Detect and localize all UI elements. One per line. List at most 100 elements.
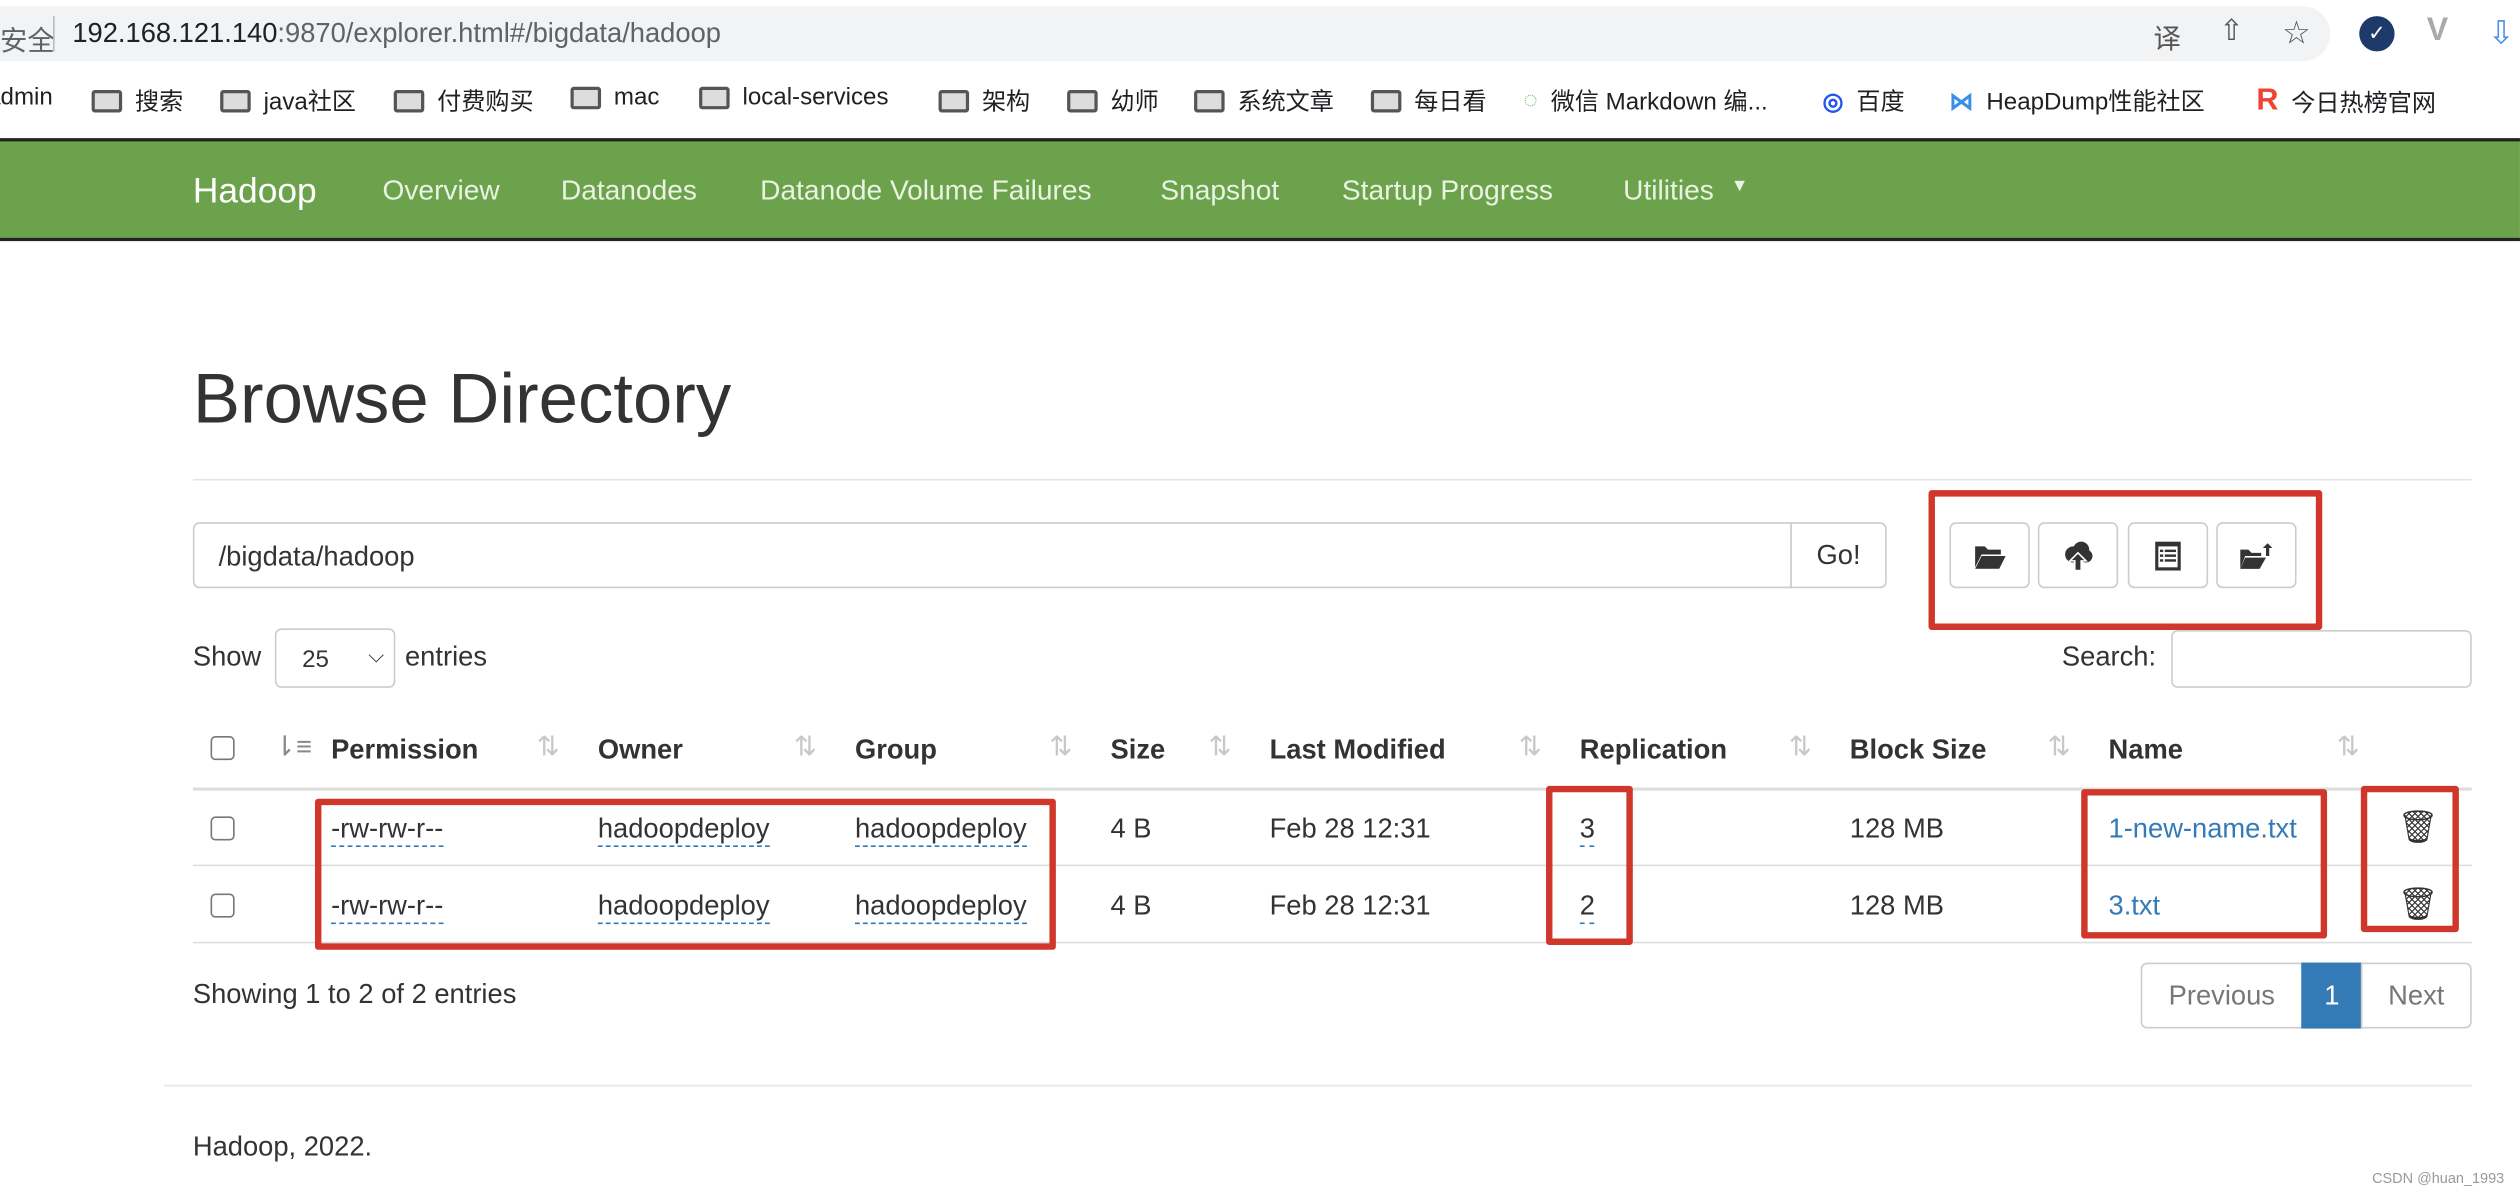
nav-startup-progress[interactable]: Startup Progress [1342, 174, 1553, 208]
nav-utilities[interactable]: Utilities [1623, 174, 1714, 208]
bookmark[interactable]: ◌ 微信 Markdown 编... [1524, 84, 1768, 118]
modified-cell: Feb 28 12:31 [1269, 813, 1431, 844]
column-last-modified[interactable]: Last Modified [1270, 734, 1446, 766]
list-alt-icon [2155, 540, 2181, 570]
folder-move-up-icon [2240, 542, 2273, 569]
sort-icon[interactable]: ⇅ [794, 731, 817, 763]
entries-select[interactable]: 25 ⌵ [274, 628, 396, 688]
create-directory-button[interactable] [1949, 522, 2030, 589]
column-replication[interactable]: Replication [1580, 734, 1727, 766]
sort-icon[interactable]: ⇅ [537, 731, 560, 763]
sort-icon[interactable]: ⇅ [2047, 731, 2070, 763]
show-label: Show [192, 641, 262, 672]
divider [163, 1084, 2472, 1087]
caret-down-icon: ▼ [1730, 176, 1749, 197]
row-checkbox[interactable] [210, 816, 235, 841]
block-size-cell: 128 MB [1849, 890, 1944, 921]
bookmark[interactable]: java社区 [220, 84, 356, 118]
nav-datanodes[interactable]: Datanodes [561, 174, 697, 208]
table-info: Showing 1 to 2 of 2 entries [192, 978, 517, 1010]
sort-icon[interactable]: ⇅ [2337, 731, 2360, 763]
column-permission[interactable]: Permission [331, 734, 478, 766]
extension-check-icon[interactable]: ✓ [2359, 16, 2395, 52]
sort-icon[interactable]: ⇅ [1519, 731, 1542, 763]
column-owner[interactable]: Owner [598, 734, 683, 766]
nav-brand[interactable]: Hadoop [193, 170, 317, 212]
previous-button[interactable]: Previous [2140, 962, 2303, 1029]
bookmark[interactable]: 每日看 [1370, 84, 1487, 118]
folder-icon [1370, 89, 1402, 112]
column-size[interactable]: Size [1111, 734, 1166, 766]
bookmark[interactable]: 系统文章 [1194, 84, 1334, 118]
baidu-icon: ◎ [1822, 87, 1844, 115]
bookmark[interactable]: local-services [699, 84, 889, 111]
chevron-down-icon: ⌵ [368, 642, 385, 667]
folder-icon [938, 89, 970, 112]
modified-cell: Feb 28 12:31 [1269, 890, 1431, 921]
sort-icon[interactable]: ⇅ [1049, 731, 1072, 763]
select-all-checkbox[interactable] [210, 736, 235, 761]
sort-icon[interactable]: ⇂≡ [273, 731, 312, 763]
star-icon[interactable]: ☆ [2282, 13, 2311, 53]
size-cell: 4 B [1110, 813, 1152, 844]
folder-icon [91, 89, 123, 112]
folder-icon [1194, 89, 1225, 112]
bookmark[interactable]: admin [0, 84, 53, 111]
column-group[interactable]: Group [855, 734, 937, 766]
share-icon[interactable]: ⇧ [2219, 14, 2243, 48]
sort-icon[interactable]: ⇅ [1789, 731, 1812, 763]
nav-overview[interactable]: Overview [382, 174, 499, 208]
row-checkbox[interactable] [210, 893, 235, 918]
divider [192, 478, 2472, 481]
tophub-icon: R [2256, 83, 2279, 118]
path-input[interactable]: /bigdata/hadoop [192, 522, 1792, 589]
cloud-upload-icon [2065, 540, 2093, 571]
move-button[interactable] [2216, 522, 2297, 589]
url-host: 192.168.121.140 [72, 17, 278, 49]
folder-open-icon [1975, 545, 2006, 569]
annotation-box [2360, 785, 2459, 933]
sort-icon[interactable]: ⇅ [1209, 731, 1232, 763]
page-title: Browse Directory [192, 359, 732, 439]
annotation-box [2081, 789, 2328, 939]
upload-button[interactable] [2037, 522, 2119, 589]
search-label: Search: [2061, 641, 2157, 672]
translate-icon[interactable]: 译 [2154, 16, 2181, 56]
nav-snapshot[interactable]: Snapshot [1160, 174, 1279, 208]
url-path: :9870/explorer.html#/bigdata/hadoop [277, 17, 721, 49]
entries-label: entries [404, 641, 488, 672]
bookmark[interactable]: 搜索 [91, 84, 183, 118]
size-cell: 4 B [1110, 890, 1152, 921]
annotation-box [314, 798, 1056, 950]
folder-icon [220, 89, 251, 112]
folder-icon [1067, 89, 1098, 112]
go-button[interactable]: Go! [1790, 522, 1887, 589]
cut-paste-button[interactable] [2127, 522, 2209, 589]
heapdump-icon: ⋈ [1949, 87, 1974, 115]
search-input[interactable] [2171, 629, 2472, 688]
bookmark[interactable]: ◎ 百度 [1822, 84, 1904, 118]
bookmark[interactable]: 架构 [938, 84, 1030, 118]
folder-icon [393, 89, 425, 112]
column-block-size[interactable]: Block Size [1850, 734, 1987, 766]
page-1-button[interactable]: 1 [2301, 962, 2363, 1029]
extension-vue-icon[interactable]: V [2427, 13, 2448, 50]
column-name[interactable]: Name [2109, 734, 2183, 766]
folder-icon [570, 85, 602, 109]
bookmark[interactable]: ⋈ HeapDump性能社区 [1949, 84, 2204, 118]
next-button[interactable]: Next [2360, 962, 2472, 1029]
bookmark[interactable]: 付费购买 [393, 84, 534, 118]
extension-download-icon[interactable]: ⇩ [2488, 13, 2515, 53]
nav-volume-failures[interactable]: Datanode Volume Failures [760, 174, 1091, 208]
bookmark[interactable]: mac [570, 84, 659, 111]
annotation-box [1546, 785, 1633, 945]
watermark: CSDN @huan_1993 [2372, 1169, 2505, 1187]
navbar: Hadoop Overview Datanodes Datanode Volum… [0, 138, 2520, 242]
bookmark[interactable]: R 今日热榜官网 [2256, 84, 2436, 119]
folder-icon [699, 85, 730, 109]
footer-text: Hadoop, 2022. [192, 1131, 373, 1162]
bookmark[interactable]: 幼师 [1067, 84, 1159, 118]
divider [53, 16, 55, 52]
wechat-icon: ◌ [1523, 86, 1538, 115]
url-text[interactable]: 192.168.121.140:9870/explorer.html#/bigd… [72, 18, 721, 50]
